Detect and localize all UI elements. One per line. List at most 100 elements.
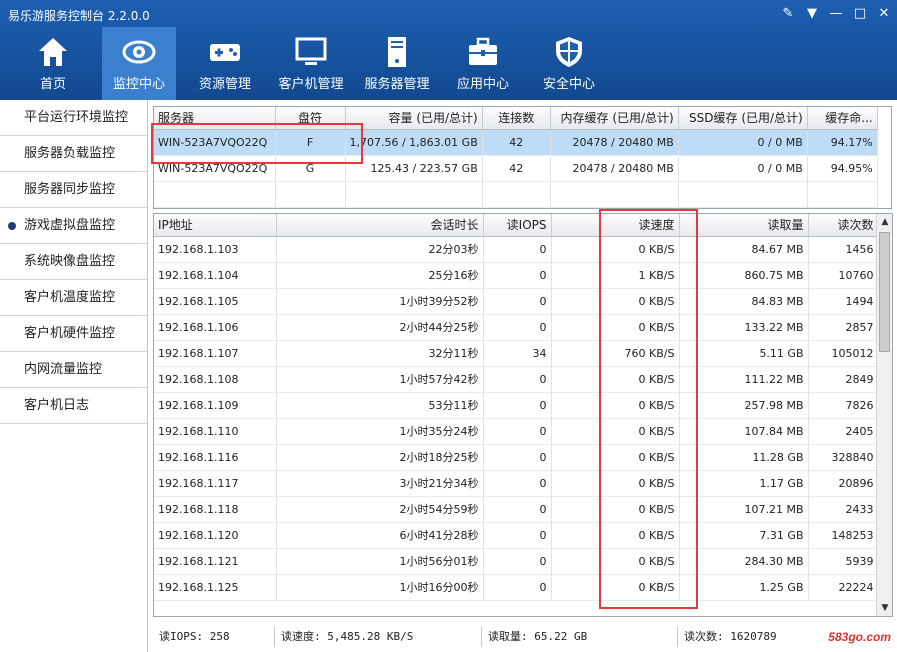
- table-cell: 0: [483, 444, 552, 471]
- scroll-up-icon[interactable]: ▲: [877, 214, 892, 230]
- tool-resources[interactable]: 资源管理: [188, 27, 262, 100]
- client-table-row[interactable]: 192.168.1.117 3小时21分34秒 0 0 KB/S 1.17 GB 2089…: [154, 470, 879, 497]
- table-cell: 11.28 GB: [679, 444, 809, 471]
- menu-dropdown-icon[interactable]: ▼: [805, 6, 819, 22]
- disk-table-row[interactable]: WIN-523A7VQO22Q F 1,707.56 / 1,863.01 GB 42…: [154, 129, 878, 156]
- table-cell: 192.168.1.104: [154, 262, 277, 289]
- table-cell: 192.168.1.106: [154, 314, 277, 341]
- client-table-row[interactable]: 192.168.1.104 25分16秒 0 1 KB/S 860.75 MB 10760: [154, 262, 879, 289]
- sidebar-item-system-image[interactable]: 系统映像盘监控: [0, 244, 147, 280]
- table-cell: 1 KB/S: [551, 262, 680, 289]
- sidebar-item-lan-traffic[interactable]: 内网流量监控: [0, 352, 147, 388]
- sidebar-item-client-temp[interactable]: 客户机温度监控: [0, 280, 147, 316]
- table-cell: 1小时39分52秒: [276, 288, 484, 315]
- disk-table-row[interactable]: WIN-523A7VQO22Q G 125.43 / 223.57 GB 42 2047…: [154, 155, 878, 182]
- table-cell: [482, 181, 551, 208]
- col-header-read-count[interactable]: 读次数: [808, 214, 879, 237]
- sidebar-item-game-vdisk[interactable]: 游戏虚拟盘监控: [0, 208, 147, 244]
- tool-clients-label: 客户机管理: [278, 77, 344, 92]
- table-cell: 0: [483, 392, 552, 419]
- scroll-down-icon[interactable]: ▼: [877, 600, 892, 616]
- table-cell: 0: [483, 262, 552, 289]
- close-icon[interactable]: ✕: [877, 6, 891, 22]
- client-table-row[interactable]: 192.168.1.105 1小时39分52秒 0 0 KB/S 84.83 MB 149…: [154, 288, 879, 315]
- sidebar-item-client-log[interactable]: 客户机日志: [0, 388, 147, 424]
- client-table-row[interactable]: 192.168.1.121 1小时56分01秒 0 0 KB/S 284.30 MB 59…: [154, 548, 879, 575]
- table-cell: 2小时18分25秒: [276, 444, 484, 471]
- sidebar-item-client-hardware[interactable]: 客户机硬件监控: [0, 316, 147, 352]
- tool-security-label: 安全中心: [542, 77, 595, 92]
- sidebar-item-platform-env[interactable]: 平台运行环境监控: [0, 100, 147, 136]
- table-cell: 34: [483, 340, 552, 367]
- client-table-row[interactable]: 192.168.1.110 1小时35分24秒 0 0 KB/S 107.84 MB 24…: [154, 418, 879, 445]
- col-header-ssd-cache[interactable]: SSD缓存 (已用/总计): [678, 107, 808, 130]
- col-header-capacity[interactable]: 容量 (已用/总计): [345, 107, 483, 130]
- sidebar-item-server-load[interactable]: 服务器负载监控: [0, 136, 147, 172]
- table-cell: 42: [482, 129, 551, 156]
- tool-clients[interactable]: 客户机管理: [274, 27, 348, 100]
- tool-home[interactable]: 首页: [16, 27, 90, 100]
- tool-apps[interactable]: 应用中心: [446, 27, 520, 100]
- table-cell: 107.21 MB: [679, 496, 809, 523]
- sidebar-item-server-sync[interactable]: 服务器同步监控: [0, 172, 147, 208]
- maximize-icon[interactable]: □: [853, 6, 867, 22]
- table-cell: 2405: [808, 418, 879, 445]
- col-header-connections[interactable]: 连接数: [482, 107, 551, 130]
- table-cell: [345, 181, 483, 208]
- table-cell: 125.43 / 223.57 GB: [345, 155, 483, 182]
- client-table-row[interactable]: 192.168.1.125 1小时16分00秒 0 0 KB/S 1.25 GB 2222…: [154, 574, 879, 601]
- table-cell: 192.168.1.105: [154, 288, 277, 315]
- table-cell: 6小时41分28秒: [276, 522, 484, 549]
- client-table-row[interactable]: 192.168.1.108 1小时57分42秒 0 0 KB/S 111.22 MB 28…: [154, 366, 879, 393]
- col-header-mem-cache[interactable]: 内存缓存 (已用/总计): [550, 107, 679, 130]
- col-header-read-volume[interactable]: 读取量: [679, 214, 809, 237]
- disk-table: 服务器 盘符 容量 (已用/总计) 连接数 内存缓存 (已用/总计) SSD缓存…: [153, 106, 892, 209]
- table-cell: 0: [483, 548, 552, 575]
- table-cell: 94.95%: [807, 155, 878, 182]
- minimize-icon[interactable]: —: [829, 6, 843, 22]
- watermark: 583go.com: [828, 630, 891, 644]
- table-cell: 192.168.1.117: [154, 470, 277, 497]
- tool-security[interactable]: 安全中心: [532, 27, 606, 100]
- table-cell: 5.11 GB: [679, 340, 809, 367]
- col-header-drive[interactable]: 盘符: [275, 107, 346, 130]
- sidebar-item-label: 平台运行环境监控: [24, 110, 129, 125]
- table-cell: 0 KB/S: [551, 236, 680, 263]
- window-title: 易乐游服务控制台 2.2.0.0: [8, 9, 150, 23]
- col-header-ip[interactable]: IP地址: [154, 214, 277, 237]
- client-table-row[interactable]: 192.168.1.116 2小时18分25秒 0 0 KB/S 11.28 GB 328…: [154, 444, 879, 471]
- client-table-row[interactable]: 192.168.1.118 2小时54分59秒 0 0 KB/S 107.21 MB 24…: [154, 496, 879, 523]
- shield-icon: [556, 37, 582, 67]
- client-table-row[interactable]: 192.168.1.109 53分11秒 0 0 KB/S 257.98 MB 7826: [154, 392, 879, 419]
- client-table-scrollbar[interactable]: ▲ ▼: [876, 214, 892, 616]
- table-cell: 0 KB/S: [551, 366, 680, 393]
- col-header-read-speed[interactable]: 读速度: [551, 214, 680, 237]
- sidebar-item-label: 服务器同步监控: [24, 182, 116, 197]
- tool-monitor-center[interactable]: 监控中心: [102, 27, 176, 100]
- table-cell: 42: [482, 155, 551, 182]
- table-cell: 148253: [808, 522, 879, 549]
- table-cell: [275, 181, 346, 208]
- client-table-row[interactable]: 192.168.1.107 32分11秒 34 760 KB/S 5.11 GB 1050…: [154, 340, 879, 367]
- scroll-thumb[interactable]: [879, 232, 890, 352]
- col-header-session[interactable]: 会话时长: [276, 214, 484, 237]
- col-header-read-iops[interactable]: 读IOPS: [483, 214, 552, 237]
- sidebar-item-label: 服务器负载监控: [24, 146, 116, 161]
- client-table-row[interactable]: 192.168.1.103 22分03秒 0 0 KB/S 84.67 MB 1456: [154, 236, 879, 263]
- table-cell: 2433: [808, 496, 879, 523]
- table-cell: 84.83 MB: [679, 288, 809, 315]
- table-cell: 25分16秒: [276, 262, 484, 289]
- tool-apps-label: 应用中心: [456, 77, 509, 92]
- col-header-cache-hit[interactable]: 缓存命...: [807, 107, 878, 130]
- table-cell: 2小时54分59秒: [276, 496, 484, 523]
- skin-icon[interactable]: ✎: [781, 6, 795, 22]
- table-cell: 192.168.1.118: [154, 496, 277, 523]
- col-header-server[interactable]: 服务器: [154, 107, 276, 130]
- client-table-row[interactable]: 192.168.1.106 2小时44分25秒 0 0 KB/S 133.22 MB 28…: [154, 314, 879, 341]
- disk-table-header: 服务器 盘符 容量 (已用/总计) 连接数 内存缓存 (已用/总计) SSD缓存…: [154, 107, 878, 130]
- sidebar-item-label: 客户机硬件监控: [24, 326, 116, 341]
- table-cell: 760 KB/S: [551, 340, 680, 367]
- tool-home-label: 首页: [39, 77, 66, 92]
- client-table-row[interactable]: 192.168.1.120 6小时41分28秒 0 0 KB/S 7.31 GB 1482…: [154, 522, 879, 549]
- tool-servers[interactable]: 服务器管理: [360, 27, 434, 100]
